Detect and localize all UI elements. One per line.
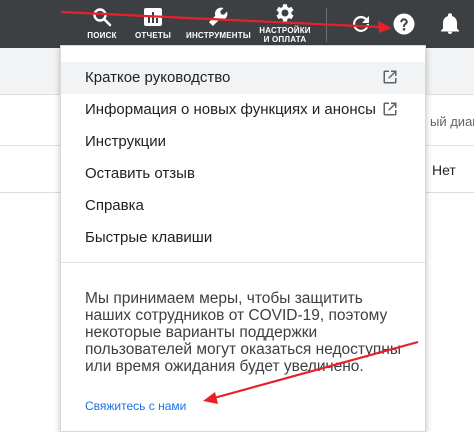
bar-chart-icon	[144, 8, 162, 26]
menu-item-label: Быстрые клавиши	[85, 229, 213, 246]
table-cell-no: Нет	[432, 162, 456, 178]
open-in-new-icon	[383, 102, 397, 116]
menu-item-instructions[interactable]: Инструкции	[61, 126, 425, 158]
contact-us-link[interactable]: Свяжитесь с нами	[85, 399, 186, 413]
toolbar-divider	[326, 8, 327, 42]
menu-item-feedback[interactable]: Оставить отзыв	[61, 158, 425, 190]
menu-item-label: Инструкции	[85, 133, 167, 150]
search-tool-label: ПОИСК	[87, 31, 117, 40]
menu-item-label: Оставить отзыв	[85, 165, 195, 182]
search-icon	[93, 8, 112, 27]
reports-tool-button[interactable]: ОТЧЕТЫ	[132, 0, 174, 48]
wrench-icon	[209, 7, 228, 26]
bell-icon[interactable]	[438, 12, 462, 36]
menu-item-quick-guide[interactable]: Краткое руководство	[61, 62, 425, 94]
search-tool-button[interactable]: ПОИСК	[82, 0, 122, 48]
reports-tool-label: ОТЧЕТЫ	[135, 31, 171, 40]
help-menu: Краткое руководство Информация о новых ф…	[60, 45, 426, 432]
menu-divider	[61, 262, 425, 263]
gear-icon	[276, 4, 294, 22]
open-in-new-icon	[383, 70, 397, 84]
menu-item-label: Справка	[85, 197, 144, 214]
covid-notice: Мы принимаем меры, чтобы защитить наших …	[85, 290, 402, 375]
top-toolbar: ПОИСК ОТЧЕТЫ ИНСТРУМЕНТЫ НАСТРОЙКИ И ОПЛ…	[0, 0, 474, 48]
settings-tool-button[interactable]: НАСТРОЙКИ И ОПЛАТА	[256, 0, 314, 48]
help-icon[interactable]	[392, 12, 416, 36]
refresh-icon[interactable]	[349, 12, 373, 36]
date-range-text: ый диапа	[430, 114, 474, 129]
menu-item-label: Информация о новых функциях и анонсы	[85, 101, 376, 118]
tools-tool-label: ИНСТРУМЕНТЫ	[186, 31, 251, 40]
menu-item-label: Краткое руководство	[85, 69, 231, 86]
tools-tool-button[interactable]: ИНСТРУМЕНТЫ	[186, 0, 251, 48]
settings-tool-label-line1: НАСТРОЙКИ	[259, 26, 311, 35]
settings-tool-label-line2: И ОПЛАТА	[263, 35, 307, 44]
menu-item-whats-new[interactable]: Информация о новых функциях и анонсы	[61, 94, 425, 126]
menu-item-shortcuts[interactable]: Быстрые клавиши	[61, 222, 425, 254]
menu-item-help[interactable]: Справка	[61, 190, 425, 222]
